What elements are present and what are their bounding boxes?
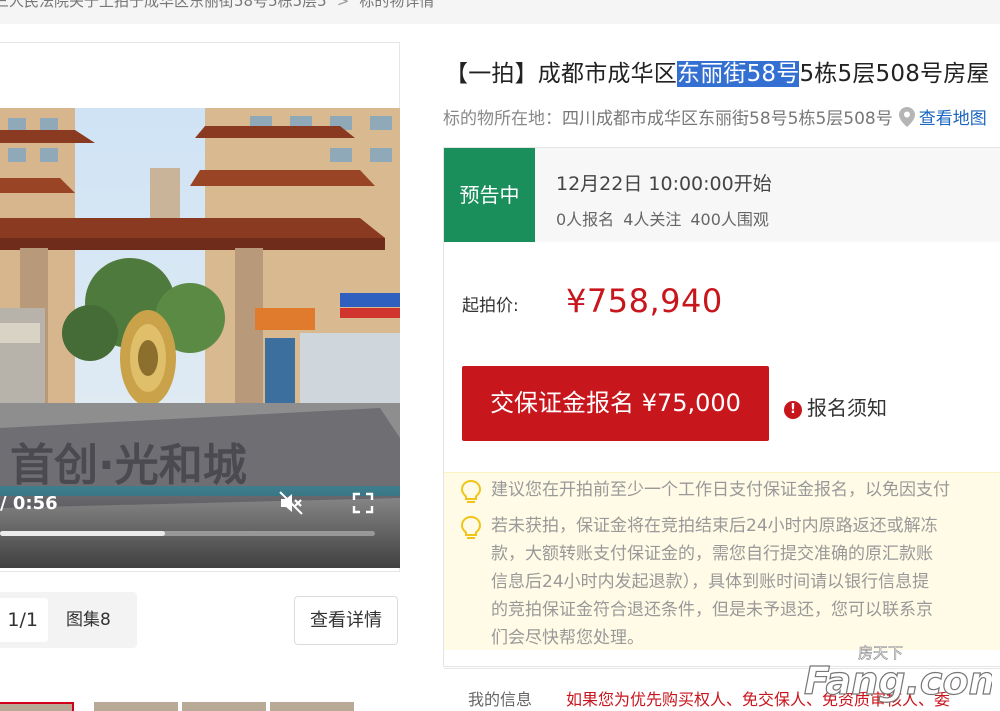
my-info-label: 我的信息 [468, 690, 533, 709]
video-time: / 0:56 [0, 493, 58, 514]
tip-line: 若未获拍，保证金将在竞拍结束后24小时内原路返还或解冻 [491, 516, 938, 536]
mute-icon[interactable] [278, 490, 304, 516]
gallery-tab[interactable]: 图集8 [66, 598, 111, 642]
alert-icon: ! [784, 401, 802, 419]
watermark-main-text: Fang.com [804, 659, 992, 703]
video-time-value: 0:56 [12, 493, 58, 514]
thumbnail-strip [0, 700, 400, 711]
video-controls [0, 488, 400, 568]
listing-title: 【一拍】成都市成华区东丽街58号5栋5层508号房屋 [445, 54, 990, 88]
thumbnail-item[interactable] [94, 702, 178, 711]
lightbulb-icon [460, 516, 482, 539]
start-price: ¥758,940 [566, 282, 723, 320]
breadcrumb-trail: 三人民法院关于上拍于成华区东丽街58号5栋5层5 > 标的物详情 [0, 0, 434, 11]
scene-sign-text: 首创·光和城 [10, 440, 247, 491]
deposit-signup-button[interactable]: 交保证金报名 ¥75,000 [462, 366, 769, 441]
signup-notice-label: 报名须知 [807, 396, 887, 420]
title-selected-text: 东丽街58号 [677, 61, 800, 87]
tip-line: 建议您在开拍前至少一个工作日支付保证金报名，以免因支付 [491, 480, 950, 500]
location-label: 标的物所在地： [443, 109, 562, 129]
start-price-label: 起拍价: [462, 296, 519, 316]
tip-line: 款，大额转账支付保证金的，需您自行提交准确的原汇款账 [491, 544, 933, 564]
title-suffix: 5栋5层508号房屋 [799, 61, 990, 87]
location-address: 四川成都市成华区东丽街58号5栋5层508号 [562, 109, 893, 129]
viewer-count: 400人围观 [690, 210, 769, 229]
video-player[interactable]: 首创·光和城 / 0:56 [0, 108, 400, 568]
video-time-separator-icon: / [0, 493, 13, 514]
breadcrumb-court-link[interactable]: 三人民法院关于上拍于成华区东丽街58号5栋5层5 [0, 0, 327, 10]
follower-count: 4人关注 [623, 210, 682, 229]
tip-line: 信息后24小时内发起退款），具体到账时间请以银行信息提 [491, 572, 930, 592]
breadcrumb-separator: > [336, 0, 350, 10]
thumbnail-item[interactable] [270, 702, 354, 711]
title-prefix: 【一拍】成都市成华区 [445, 61, 677, 87]
fang-watermark: 房天下 Fang.com [803, 644, 992, 704]
status-badge: 预告中 [444, 148, 535, 242]
thumbnail-item[interactable] [0, 702, 74, 711]
signup-count: 0人报名 [556, 210, 615, 229]
thumbnail-item[interactable] [182, 702, 266, 711]
view-map-link[interactable]: 查看地图 [919, 109, 987, 129]
map-pin-icon [898, 107, 915, 127]
auction-stats: 0人报名 4人关注 400人围观 [556, 206, 778, 230]
breadcrumb: 三人民法院关于上拍于成华区东丽街58号5栋5层5 > 标的物详情 [0, 0, 1000, 24]
start-time: 12月22日 10:00:00开始 [556, 173, 772, 195]
media-pager: 1/1 图集8 [0, 592, 137, 648]
tip-text: 建议您在开拍前至少一个工作日支付保证金报名，以免因支付 [491, 476, 950, 504]
video-progress-bar[interactable] [0, 531, 375, 536]
fullscreen-icon[interactable] [352, 492, 374, 514]
lightbulb-icon [460, 480, 482, 503]
page-counter[interactable]: 1/1 [0, 598, 48, 642]
signup-notice-link[interactable]: ! 报名须知 [784, 392, 887, 421]
tip-text: 若未获拍，保证金将在竞拍结束后24小时内原路返还或解冻 款，大额转账支付保证金的… [491, 512, 938, 652]
view-details-button[interactable]: 查看详情 [294, 596, 398, 645]
video-progress-fill [0, 531, 165, 536]
breadcrumb-current: 标的物详情 [359, 0, 435, 10]
tip-line: 的竞拍保证金符合退还条件，但是未予退还，您可以联系京 [491, 600, 933, 620]
location-row: 标的物所在地：四川成都市成华区东丽街58号5栋5层508号 查看地图 [443, 104, 987, 129]
